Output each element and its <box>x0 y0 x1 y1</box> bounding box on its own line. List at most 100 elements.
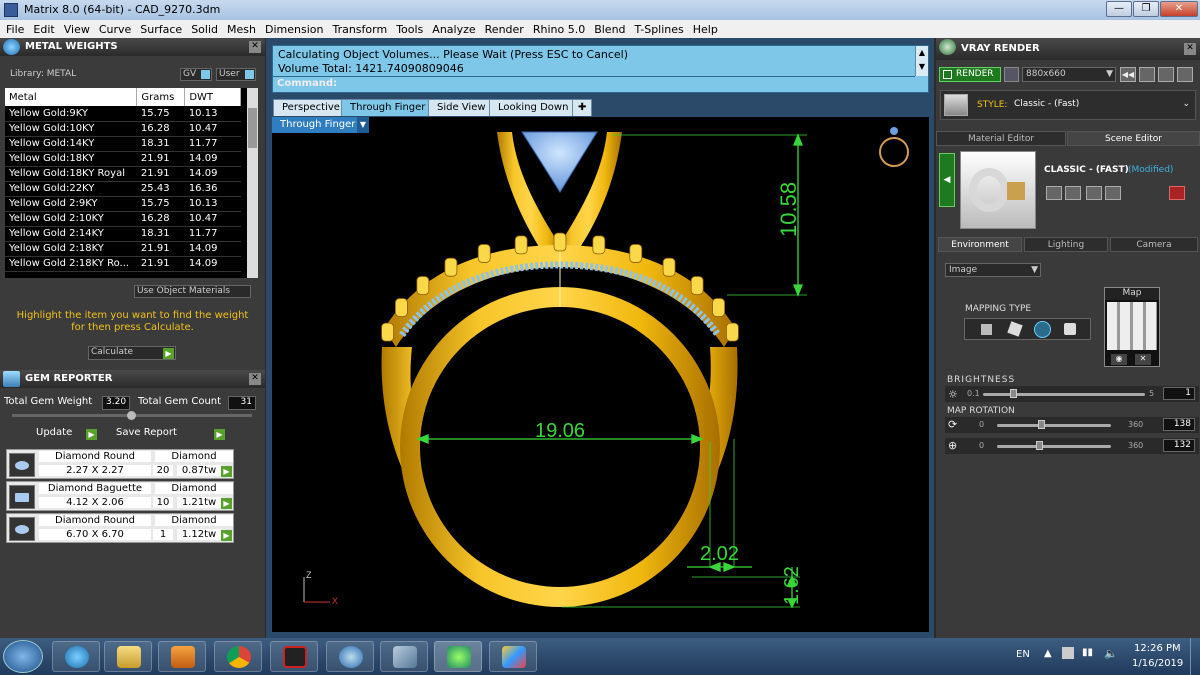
menu-rhino[interactable]: Rhino 5.0 <box>533 23 585 36</box>
rot2-knob[interactable] <box>1035 441 1043 450</box>
gem-slider-knob[interactable] <box>127 411 136 420</box>
command-input[interactable]: Command: <box>273 76 915 91</box>
taskbar-app-blue-icon[interactable] <box>380 641 428 672</box>
show-desktop-button[interactable] <box>1190 638 1200 675</box>
taskbar-vray-icon[interactable] <box>326 641 374 672</box>
remove-preset-icon[interactable] <box>1105 186 1121 200</box>
tab-camera[interactable]: Camera <box>1110 237 1198 252</box>
menu-tsplines[interactable]: T-Splines <box>635 23 684 36</box>
gem-reporter-close-button[interactable]: ✕ <box>249 373 261 385</box>
tab-looking-down[interactable]: Looking Down <box>489 99 578 116</box>
col-metal[interactable]: Metal <box>5 88 138 106</box>
table-row[interactable]: Yellow Gold:10KY 16.28 10.47 <box>5 121 241 137</box>
table-row[interactable]: Yellow Gold:18KY 21.91 14.09 <box>5 151 241 167</box>
frame-buffer-icon[interactable] <box>1139 67 1155 82</box>
gem-row[interactable]: Diamond Round Diamond 6.70 X 6.70 1 1.12tw ▶ <box>6 513 234 543</box>
table-row[interactable]: Yellow Gold:9KY 15.75 10.13 <box>5 106 241 122</box>
gem-row[interactable]: Diamond Round Diamond 2.27 X 2.27 20 0.87tw ▶ <box>6 449 234 479</box>
menu-render[interactable]: Render <box>485 23 524 36</box>
brightness-slider[interactable] <box>983 393 1145 396</box>
minimize-button[interactable]: — <box>1106 1 1132 17</box>
volume-icon[interactable]: 🔈 <box>1104 647 1118 660</box>
menu-surface[interactable]: Surface <box>140 23 182 36</box>
table-row[interactable]: Yellow Gold:14KY 18.31 11.77 <box>5 136 241 152</box>
col-grams[interactable]: Grams <box>136 88 186 106</box>
rot2-slider[interactable] <box>997 445 1111 448</box>
gem-select-play-icon[interactable]: ▶ <box>221 498 232 509</box>
gem-select-play-icon[interactable]: ▶ <box>221 530 232 541</box>
update-button[interactable]: Update ▶ <box>36 427 98 442</box>
table-row[interactable]: Yellow Gold:18KY Royal 21.91 14.09 <box>5 166 241 182</box>
menu-solid[interactable]: Solid <box>191 23 218 36</box>
tab-lighting[interactable]: Lighting <box>1024 237 1108 252</box>
add-view-tab-button[interactable]: ✚ <box>572 99 593 116</box>
col-dwt[interactable]: DWT <box>184 88 241 106</box>
brightness-knob[interactable] <box>1009 389 1017 398</box>
settings-list-icon[interactable] <box>1158 67 1174 82</box>
vray-close-button[interactable]: ✕ <box>1184 43 1196 55</box>
reset-preset-icon[interactable] <box>1169 186 1185 200</box>
start-button[interactable] <box>3 640 43 673</box>
tab-material-editor[interactable]: Material Editor <box>936 131 1066 146</box>
tab-side-view[interactable]: Side View <box>428 99 495 116</box>
mapping-plane-icon[interactable] <box>981 324 992 335</box>
style-selector[interactable]: STYLE: Classic - (Fast) ⌄ <box>940 90 1196 120</box>
taskbar-paint-icon[interactable] <box>489 641 537 672</box>
clock-time[interactable]: 12:26 PM <box>1134 643 1181 654</box>
tray-expand-icon[interactable]: ▲ <box>1044 648 1052 659</box>
rot1-value[interactable]: 138 <box>1163 418 1195 431</box>
gem-row[interactable]: Diamond Baguette Diamond 4.12 X 2.06 10 1.21… <box>6 481 234 511</box>
save-preset-icon[interactable] <box>1046 186 1062 200</box>
taskbar-app-red-icon[interactable] <box>270 641 318 672</box>
menu-file[interactable]: File <box>6 23 24 36</box>
metal-table-scrollbar[interactable] <box>247 88 258 278</box>
render-options-icon[interactable] <box>1004 67 1019 82</box>
expand-preset-button[interactable]: ◀ <box>939 153 955 207</box>
menu-help[interactable]: Help <box>693 23 718 36</box>
taskbar-media-icon[interactable] <box>158 641 206 672</box>
scrollbar-thumb[interactable] <box>248 108 257 148</box>
menu-edit[interactable]: Edit <box>33 23 54 36</box>
menu-curve[interactable]: Curve <box>99 23 131 36</box>
menu-mesh[interactable]: Mesh <box>227 23 256 36</box>
table-row[interactable]: Yellow Gold:22KY 25.43 16.36 <box>5 181 241 197</box>
calculate-button[interactable]: Calculate ▶ <box>88 346 176 360</box>
maximize-button[interactable]: ❐ <box>1133 1 1159 17</box>
map-load-icon[interactable]: ◉ <box>1111 354 1127 365</box>
gv-toggle[interactable]: GV <box>180 68 212 81</box>
grid-icon[interactable] <box>1177 67 1193 82</box>
taskbar-ie-icon[interactable] <box>52 641 100 672</box>
gem-slider-track[interactable] <box>12 411 252 420</box>
resolution-select[interactable]: 880x660 ▼ <box>1022 67 1116 82</box>
tab-environment[interactable]: Environment <box>938 237 1022 252</box>
viewport[interactable]: Through Finger ▼ 10.58 19.06 2.02 1.62 Z… <box>272 117 929 632</box>
taskbar-matrix-icon[interactable] <box>434 641 482 672</box>
network-icon[interactable]: ▮▮ <box>1082 647 1093 658</box>
tab-through-finger[interactable]: Through Finger <box>341 99 435 116</box>
mapping-sphere-icon[interactable] <box>1034 321 1051 338</box>
gem-select-play-icon[interactable]: ▶ <box>221 466 232 477</box>
table-row[interactable]: Yellow Gold 2:14KY 18.31 11.77 <box>5 226 241 242</box>
map-preview[interactable]: Map ◉ ✕ <box>1104 287 1160 367</box>
rot2-value[interactable]: 132 <box>1163 439 1195 452</box>
rot1-knob[interactable] <box>1037 420 1045 429</box>
action-center-icon[interactable] <box>1062 647 1074 659</box>
table-row[interactable]: Yellow Gold 2:9KY 15.75 10.13 <box>5 196 241 212</box>
table-row[interactable]: Yellow Gold 2:10KY 16.28 10.47 <box>5 211 241 227</box>
language-indicator[interactable]: EN <box>1016 649 1030 660</box>
rot1-slider[interactable] <box>997 424 1111 427</box>
user-toggle[interactable]: User <box>216 68 256 81</box>
render-button[interactable]: RENDER <box>939 67 1001 82</box>
command-scroll[interactable]: ▲ ▼ <box>915 46 928 76</box>
mapping-cube-icon[interactable] <box>1064 323 1076 335</box>
close-button[interactable]: ✕ <box>1160 1 1198 17</box>
clock-date[interactable]: 1/16/2019 <box>1132 658 1183 669</box>
table-row[interactable]: Yellow Gold 2:18KY 21.91 14.09 <box>5 241 241 257</box>
menu-transform[interactable]: Transform <box>332 23 387 36</box>
rewind-icon[interactable]: ◀◀ <box>1120 67 1136 82</box>
menu-analyze[interactable]: Analyze <box>432 23 475 36</box>
mapping-box-icon[interactable] <box>1007 321 1023 337</box>
table-row[interactable]: Yellow Gold 2:18KY Ro... 21.91 14.09 <box>5 256 241 272</box>
save-report-button[interactable]: Save Report ▶ <box>116 427 226 442</box>
menu-view[interactable]: View <box>64 23 90 36</box>
